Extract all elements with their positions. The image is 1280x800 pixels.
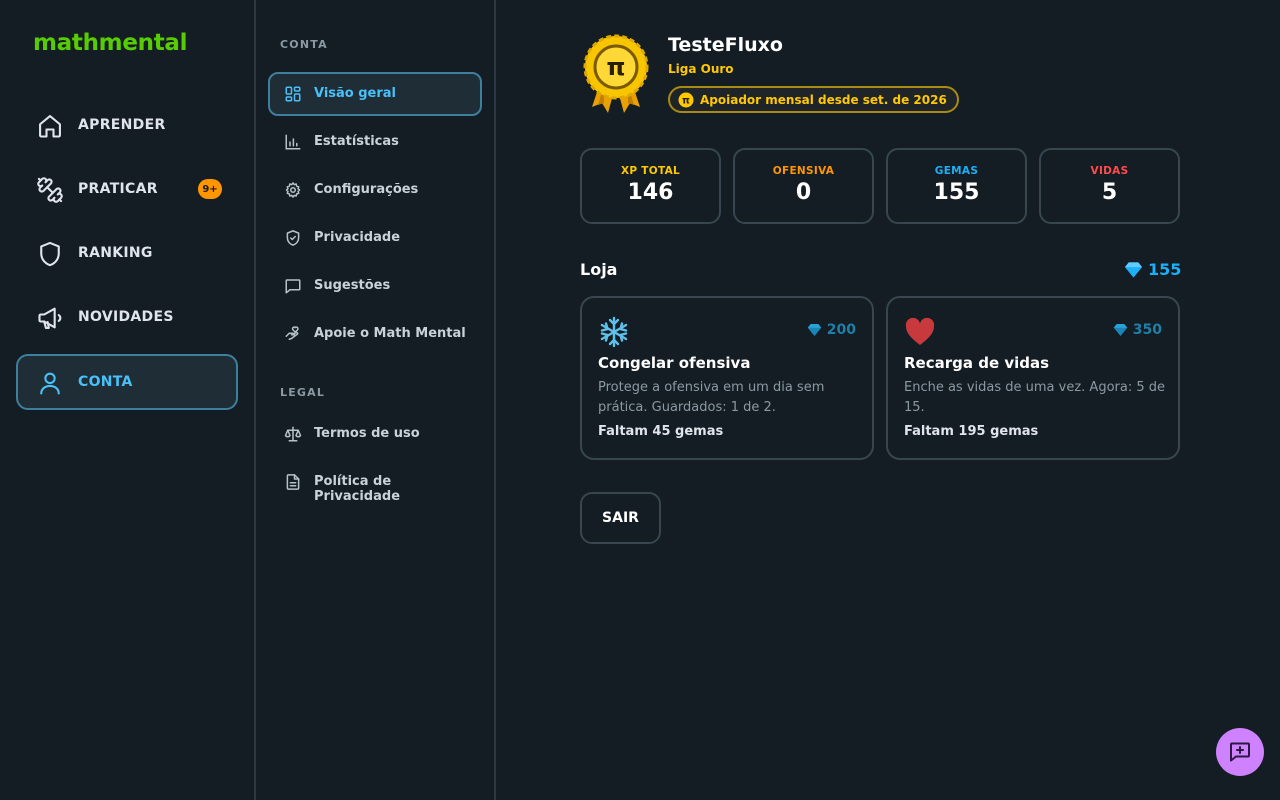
subnav-item-sugestoes[interactable]: Sugestões <box>268 264 482 308</box>
item-price-value: 200 <box>826 322 856 338</box>
nav-item-label: PRATICAR <box>78 181 158 197</box>
subnav-item-label: Termos de uso <box>314 426 420 441</box>
logout-button[interactable]: SAIR <box>580 492 661 544</box>
shop-item-recarga-vidas[interactable]: 350 Recarga de vidas Enche as vidas de u… <box>886 296 1180 460</box>
bar-chart-icon <box>284 133 302 151</box>
stat-xp-total: XP TOTAL 146 <box>580 148 721 224</box>
shop-item-congelar-ofensiva[interactable]: 200 Congelar ofensiva Protege a ofensiva… <box>580 296 874 460</box>
stat-label: VIDAS <box>1090 165 1129 177</box>
subnav-item-politica[interactable]: Política de Privacidade <box>268 460 482 504</box>
nav-item-label: APRENDER <box>78 117 166 133</box>
gear-icon <box>284 181 302 199</box>
nav-item-novidades[interactable]: NOVIDADES <box>16 289 238 345</box>
gold-league-medal-icon: π <box>582 33 650 117</box>
supporter-badge: π Apoiador mensal desde set. de 2026 <box>668 86 959 113</box>
shop-gem-balance: 155 <box>1124 260 1181 279</box>
subnav-item-configuracoes[interactable]: Configurações <box>268 168 482 212</box>
gem-icon <box>1124 261 1143 279</box>
svg-text:π: π <box>682 95 690 106</box>
stat-gemas: GEMAS 155 <box>886 148 1027 224</box>
snowflake-icon <box>598 316 630 348</box>
subnav-item-label: Apoie o Math Mental <box>314 326 466 341</box>
section-title-conta: CONTA <box>280 38 328 51</box>
gem-icon <box>1113 323 1128 337</box>
scale-icon <box>284 425 302 443</box>
item-description: Enche as vidas de uma vez. Agora: 5 de 1… <box>904 380 1166 415</box>
heart-icon <box>904 316 936 348</box>
stat-value: 5 <box>1101 180 1118 205</box>
home-icon <box>36 112 64 140</box>
shield-check-icon <box>284 229 302 247</box>
stat-label: OFENSIVA <box>772 165 835 177</box>
main-sidebar: mathmental APRENDER PRATICAR 9+ RANKING … <box>0 0 256 800</box>
profile-name: TesteFluxo <box>668 34 783 56</box>
stat-label: XP TOTAL <box>620 165 681 177</box>
document-icon <box>284 473 302 491</box>
profile-league: Liga Ouro <box>668 62 734 76</box>
nav-item-ranking[interactable]: RANKING <box>16 225 238 281</box>
gem-balance-value: 155 <box>1148 260 1182 279</box>
item-title: Congelar ofensiva <box>598 354 751 372</box>
item-description: Protege a ofensiva em um dia sem prática… <box>598 380 825 415</box>
subnav-item-label: Estatísticas <box>314 134 399 149</box>
item-price: 350 <box>1113 322 1162 338</box>
item-price: 200 <box>807 322 856 338</box>
megaphone-icon <box>36 304 64 332</box>
subnav-item-apoie[interactable]: Apoie o Math Mental <box>268 312 482 356</box>
hand-heart-icon <box>284 325 302 343</box>
stat-value: 155 <box>933 180 980 205</box>
gem-icon <box>807 323 822 337</box>
item-gems-needed: Faltam 195 gemas <box>904 424 1039 439</box>
subnav-item-label: Visão geral <box>314 86 397 101</box>
stat-label: GEMAS <box>934 165 979 177</box>
item-title: Recarga de vidas <box>904 354 1050 372</box>
shop-title: Loja <box>580 260 618 279</box>
notification-badge: 9+ <box>198 179 222 199</box>
subnav-item-label: Privacidade <box>314 230 401 245</box>
nav-item-conta[interactable]: CONTA <box>16 354 238 410</box>
account-subnav: CONTA Visão geral Estatísticas Configura… <box>256 0 496 800</box>
nav-item-aprender[interactable]: APRENDER <box>16 97 238 153</box>
subnav-item-visao-geral[interactable]: Visão geral <box>268 72 482 116</box>
stat-value: 146 <box>627 180 674 205</box>
stat-value: 0 <box>795 180 812 205</box>
nav-item-label: CONTA <box>78 374 133 390</box>
subnav-item-privacidade[interactable]: Privacidade <box>268 216 482 260</box>
nav-item-label: NOVIDADES <box>78 309 174 325</box>
subnav-item-termos[interactable]: Termos de uso <box>268 412 482 456</box>
dumbbell-icon <box>36 176 64 204</box>
supporter-text: Apoiador mensal desde set. de 2026 <box>700 92 947 107</box>
subnav-item-label: Configurações <box>314 182 419 197</box>
shield-icon <box>36 240 64 268</box>
nav-item-label: RANKING <box>78 245 153 261</box>
subnav-item-label: Política de Privacidade <box>314 474 401 504</box>
message-plus-icon <box>1228 740 1252 764</box>
subnav-item-estatisticas[interactable]: Estatísticas <box>268 120 482 164</box>
message-icon <box>284 277 302 295</box>
grid-icon <box>284 85 302 103</box>
user-icon <box>36 369 64 397</box>
pi-coin-icon: π <box>678 92 694 108</box>
medal-symbol: π <box>607 53 626 81</box>
item-price-value: 350 <box>1132 322 1162 338</box>
section-title-legal: LEGAL <box>280 386 326 399</box>
item-gems-needed: Faltam 45 gemas <box>598 424 724 439</box>
stat-vidas: VIDAS 5 <box>1039 148 1180 224</box>
stat-ofensiva: OFENSIVA 0 <box>733 148 874 224</box>
app-logo[interactable]: mathmental <box>33 30 188 56</box>
subnav-item-label: Sugestões <box>314 278 391 293</box>
feedback-button[interactable] <box>1216 728 1264 776</box>
nav-item-praticar[interactable]: PRATICAR 9+ <box>16 161 238 217</box>
